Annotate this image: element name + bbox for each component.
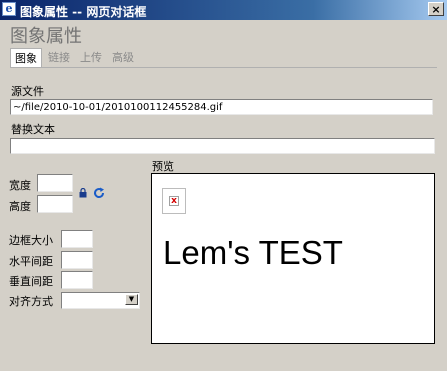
error-x-icon: x <box>169 196 179 206</box>
preview-pane: x Lem's TEST <box>151 173 435 344</box>
dialog-title: 图象属性 <box>10 26 82 47</box>
border-label: 边框大小 <box>9 234 53 247</box>
tab-divider <box>10 67 437 68</box>
alt-text-input[interactable] <box>10 138 435 154</box>
height-label: 高度 <box>9 200 31 213</box>
window-title-bar: e 图象属性 -- 网页对话框 × <box>0 0 447 20</box>
width-label: 宽度 <box>9 179 31 192</box>
alt-text-label: 替换文本 <box>11 123 55 136</box>
width-input[interactable] <box>37 174 73 192</box>
tab-bar: 图象 链接 上传 高级 <box>10 48 140 68</box>
hspace-input[interactable] <box>61 251 93 269</box>
border-input[interactable] <box>61 230 93 248</box>
source-label: 源文件 <box>11 85 44 98</box>
tab-advanced[interactable]: 高级 <box>108 48 138 67</box>
tab-upload[interactable]: 上传 <box>76 48 106 67</box>
preview-label: 预览 <box>152 160 174 173</box>
ie-icon: e <box>2 2 16 16</box>
align-label: 对齐方式 <box>9 295 53 308</box>
broken-image-icon: x <box>162 188 186 214</box>
tab-image[interactable]: 图象 <box>10 48 42 67</box>
chevron-down-icon[interactable]: ▼ <box>125 294 138 305</box>
close-button[interactable]: × <box>428 2 444 16</box>
align-select[interactable]: ▼ <box>61 292 140 309</box>
height-input[interactable] <box>37 195 73 213</box>
vspace-label: 垂直间距 <box>9 275 53 288</box>
vspace-input[interactable] <box>61 271 93 289</box>
reset-size-icon[interactable] <box>93 187 105 199</box>
hspace-label: 水平间距 <box>9 255 53 268</box>
preview-text: Lem's TEST <box>163 234 343 271</box>
window-title: 图象属性 -- 网页对话框 <box>20 5 147 19</box>
source-input[interactable]: ~/file/2010-10-01/2010100112455284.gif <box>10 99 433 115</box>
tab-link[interactable]: 链接 <box>44 48 74 67</box>
lock-ratio-icon[interactable] <box>79 188 87 198</box>
